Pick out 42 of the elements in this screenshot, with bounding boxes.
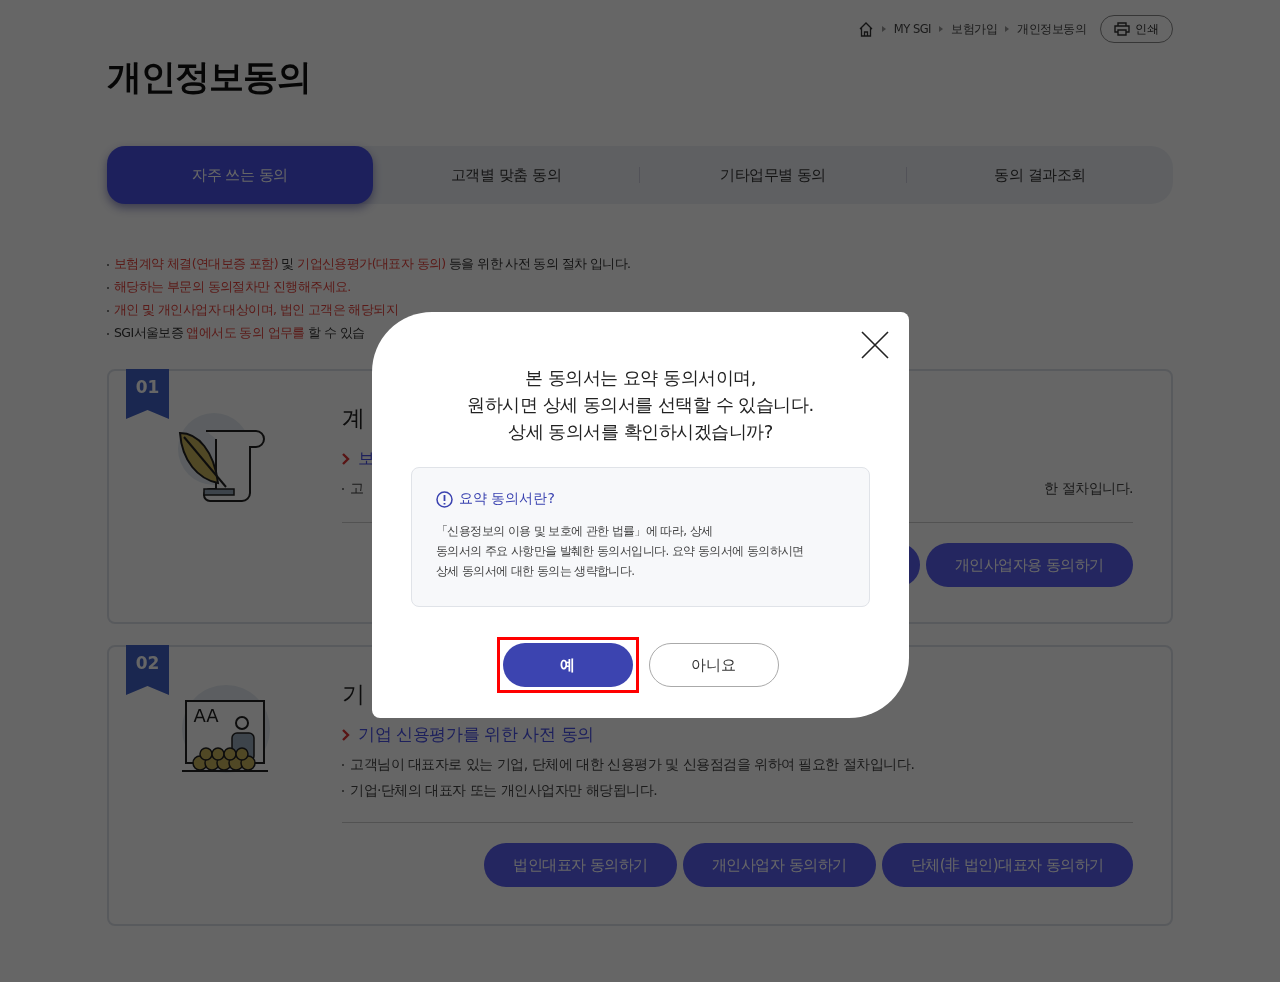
description-text: 고객님이 대표자로 있는 기업, 단체에 대한 신용평가 및 신용점검을 위하여 필요한 절차입니다. <box>350 756 915 774</box>
tab[interactable]: 자주 쓰는 동의 <box>107 146 373 204</box>
tab[interactable]: 고객별 맞춤 동의 <box>373 146 639 204</box>
info-icon <box>436 490 453 508</box>
print-button[interactable]: 인쇄 <box>1100 15 1173 43</box>
breadcrumb-item[interactable]: 개인정보동의 <box>1017 21 1086 37</box>
notice-text: SGI서울보증 앱에서도 동의 업무를 할 수 있습 <box>114 325 365 342</box>
separator-icon <box>881 26 886 32</box>
printer-icon <box>1114 22 1130 36</box>
info-text: 「신용정보의 이용 및 보호에 관한 법률」에 따라, 상세 동의서의 주요 사항만을 발췌한 동의서입니다. 요약 동의서에 동의하시면 상세 동의서에 대한 동의는 생략합니다. <box>436 523 805 580</box>
notice-text: 해당하는 부문의 동의절차만 진행해주세요. <box>114 279 351 296</box>
number-badge: 02 <box>126 645 169 695</box>
board-text: AA <box>193 705 219 726</box>
card-title: 계 <box>342 404 365 433</box>
breadcrumb-item[interactable]: MY SGI <box>893 22 931 36</box>
section-link[interactable]: 보 <box>358 447 375 470</box>
separator-icon <box>939 26 943 32</box>
description-text: 기업·단체의 대표자 또는 개인사업자만 해당됩니다. <box>350 782 658 800</box>
description-text: 고 <box>350 480 364 498</box>
notice-text: 개인 및 개인사업자 대상이며, 법인 고객은 해당되지 <box>114 302 398 319</box>
consent-button[interactable]: 개인사업자용 동의하기 <box>925 543 1133 587</box>
home-icon[interactable] <box>857 21 874 37</box>
description-text: 한 절차입니다. <box>1044 480 1133 498</box>
section-link[interactable]: 기업 신용평가를 위한 사전 동의 <box>358 723 594 746</box>
chevron-icon <box>342 728 350 741</box>
separator-icon <box>1005 26 1009 32</box>
consent-button[interactable]: 개인사업자 동의하기 <box>682 843 876 887</box>
consent-button[interactable]: 법인대표자 동의하기 <box>484 843 677 887</box>
info-title: 요약 동의서란? <box>459 490 555 508</box>
close-icon <box>860 330 890 360</box>
breadcrumb-item[interactable]: 보험가입 <box>951 21 997 37</box>
tab[interactable]: 동의 결과조회 <box>907 146 1173 204</box>
card-title: 기 <box>342 680 365 709</box>
dialog-message: 본 동의서는 요약 동의서이며, 원하시면 상세 동의서를 선택할 수 있습니다. 상세 동의서를 확인하시겠습니까? <box>467 366 814 444</box>
number-badge: 01 <box>126 369 169 419</box>
notice-text: 보험계약 체결(연대보증 포함) 및 기업신용평가(대표자 동의) 등을 위한 사전 동의 절차 입니다. <box>114 256 631 273</box>
yes-button[interactable]: 예 <box>502 643 633 687</box>
tab[interactable]: 기타업무별 동의 <box>640 146 906 204</box>
no-button[interactable]: 아니요 <box>648 643 779 687</box>
page-title: 개인정보동의 <box>107 56 312 99</box>
consent-button[interactable]: 단체(非 법인)대표자 동의하기 <box>881 843 1133 887</box>
chevron-icon <box>342 452 350 465</box>
